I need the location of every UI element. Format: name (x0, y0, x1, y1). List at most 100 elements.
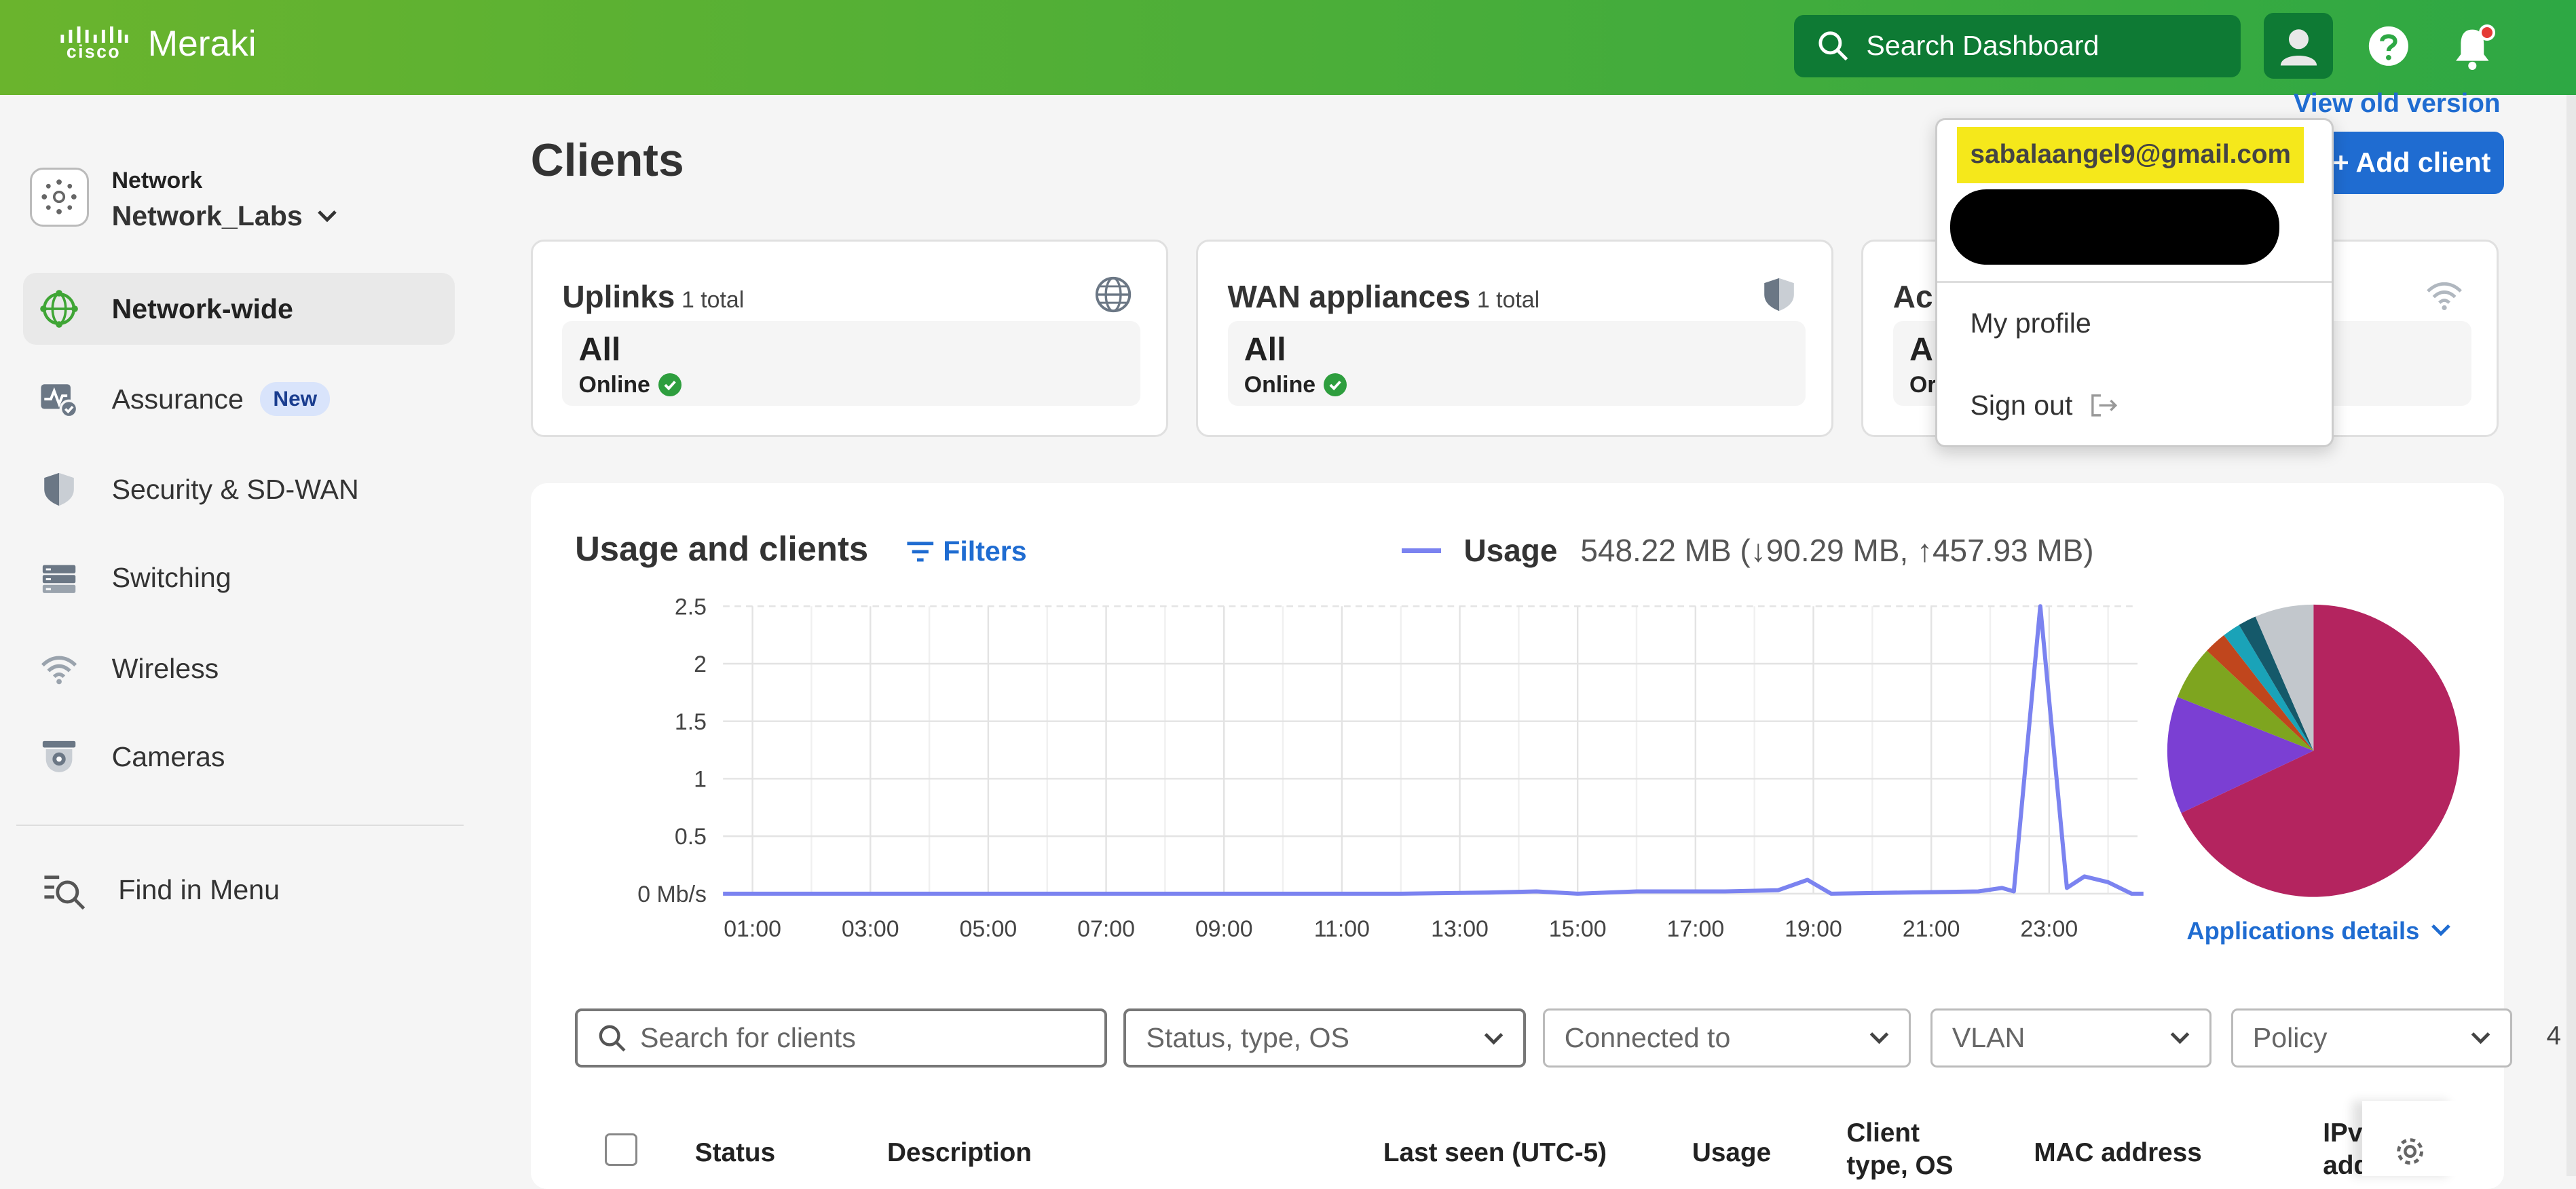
cisco-bars-icon (59, 26, 128, 43)
gear-icon[interactable] (2392, 1133, 2428, 1169)
x-tick-label: 11:00 (1313, 916, 1369, 942)
vlan-select[interactable]: VLAN (1930, 1008, 2211, 1068)
usage-series-line (723, 606, 2144, 894)
check-circle-icon (1324, 373, 1347, 396)
usage-panel: Usage and clients Filters Usage 548.22 M… (531, 483, 2504, 1189)
dashboard-search[interactable]: Search Dashboard (1794, 15, 2241, 77)
dashboard-search-placeholder: Search Dashboard (1866, 30, 2099, 62)
connected-to-select[interactable]: Connected to (1543, 1008, 1911, 1068)
switch-icon (39, 559, 79, 598)
sidebar-item-label: Switching (112, 562, 231, 594)
policy-select[interactable]: Policy (2231, 1008, 2512, 1068)
y-tick-label: 0 Mb/s (637, 882, 707, 907)
sidebar-item-label: Assurance (112, 383, 244, 415)
usage-legend[interactable]: Usage 548.22 MB (↓90.29 MB, ↑457.93 MB) (1402, 532, 2094, 569)
dropdown-divider (1937, 281, 2332, 282)
top-bar: cisco Meraki Search Dashboard (0, 0, 2576, 95)
x-tick-label: 15:00 (1549, 916, 1607, 942)
network-selector-icon[interactable] (30, 168, 89, 227)
search-icon (597, 1023, 627, 1053)
card-total: 1 total (682, 287, 744, 313)
x-tick-label: 05:00 (959, 916, 1017, 942)
card-value-box: All Online (562, 321, 1140, 407)
card-title-text: WAN appliances (1228, 279, 1471, 314)
wifi-icon (39, 649, 79, 688)
network-hub-icon (39, 177, 79, 216)
connected-to-label: Connected to (1565, 1022, 1731, 1054)
help-icon[interactable] (2366, 23, 2412, 69)
card-status: Or (1909, 372, 1937, 398)
globe-icon (1094, 275, 1133, 314)
legend-value: 548.22 MB (↓90.29 MB, ↑457.93 MB) (1580, 532, 2093, 569)
my-profile-item[interactable]: My profile (1971, 307, 2091, 339)
client-search-input[interactable]: Search for clients (575, 1008, 1107, 1068)
card-status: Online (1244, 372, 1347, 398)
applications-pie-chart[interactable] (2164, 601, 2466, 903)
card-title: WAN appliances1 total (1228, 278, 1540, 315)
assurance-icon (39, 379, 79, 419)
sidebar-divider (16, 825, 463, 826)
chevron-down-icon (2170, 1030, 2190, 1046)
chevron-down-icon (316, 208, 339, 225)
page-scrollbar[interactable] (2566, 95, 2576, 1176)
find-in-menu-label: Find in Menu (118, 874, 280, 906)
filters-button[interactable]: Filters (906, 535, 1027, 567)
chevron-down-icon (2429, 922, 2452, 939)
vlan-label: VLAN (1952, 1022, 2025, 1054)
new-badge: New (260, 382, 330, 417)
user-menu-button[interactable] (2264, 13, 2333, 79)
chevron-down-icon (1869, 1030, 1889, 1046)
column-header-usage[interactable]: Usage (1692, 1137, 1771, 1169)
cisco-meraki-logo[interactable]: cisco Meraki (59, 23, 256, 64)
filter-icon (906, 540, 935, 563)
usage-line-chart[interactable]: 0 Mb/s0.511.522.501:0003:0005:0007:0009:… (531, 582, 2157, 960)
wan-appliances-card[interactable]: WAN appliances1 total All Online (1196, 240, 1833, 436)
user-avatar-icon (2277, 24, 2320, 67)
user-dropdown-menu: sabalaangel9@gmail.com My profile Sign o… (1935, 118, 2334, 447)
x-tick-label: 13:00 (1431, 916, 1489, 942)
sign-out-icon (2089, 392, 2119, 419)
search-icon (1817, 30, 1850, 62)
client-search-placeholder: Search for clients (640, 1022, 856, 1054)
check-circle-icon (658, 373, 682, 396)
column-header-mac[interactable]: MAC address (2034, 1137, 2201, 1169)
redacted-block (1950, 189, 2279, 265)
add-client-button[interactable]: + Add client (2319, 132, 2503, 194)
card-total: 1 total (1477, 287, 1539, 313)
status-type-os-select[interactable]: Status, type, OS (1123, 1008, 1526, 1068)
network-selector[interactable]: Network_Labs (112, 200, 339, 232)
user-email: sabalaangel9@gmail.com (1957, 127, 2304, 183)
column-header-status[interactable]: Status (695, 1137, 775, 1169)
card-title-text: Uplinks (562, 279, 675, 314)
find-in-menu[interactable]: Find in Menu (43, 871, 280, 910)
select-all-checkbox[interactable] (605, 1133, 637, 1166)
sidebar-item-security-sdwan[interactable]: Security & SD-WAN (23, 453, 455, 525)
uplinks-card[interactable]: Uplinks 1 total All Online (531, 240, 1168, 436)
sidebar-item-label: Security & SD-WAN (112, 474, 359, 506)
chevron-down-icon (2471, 1030, 2490, 1046)
column-header-client-type[interactable]: Client type, OS (1846, 1117, 1978, 1183)
sidebar-item-switching[interactable]: Switching (23, 542, 455, 614)
column-header-last-seen[interactable]: Last seen (UTC-5) (1383, 1137, 1607, 1169)
x-tick-label: 21:00 (1903, 916, 1960, 942)
view-old-version-link[interactable]: View old version (2294, 89, 2501, 119)
y-tick-label: 1 (694, 766, 707, 792)
column-settings (2362, 1101, 2457, 1176)
y-tick-label: 2 (694, 652, 707, 677)
shield-icon (39, 470, 79, 509)
logo-product-text: Meraki (148, 23, 257, 64)
network-label: Network (112, 168, 203, 194)
sign-out-item[interactable]: Sign out (1971, 390, 2119, 421)
column-header-description[interactable]: Description (887, 1137, 1032, 1169)
sidebar-item-label: Cameras (112, 741, 225, 773)
y-tick-label: 2.5 (675, 594, 707, 620)
y-tick-label: 1.5 (675, 709, 707, 735)
sidebar-item-assurance[interactable]: Assurance New (23, 363, 455, 435)
sidebar-item-cameras[interactable]: Cameras (23, 721, 455, 793)
policy-label: Policy (2253, 1022, 2328, 1054)
applications-details-link[interactable]: Applications details (2186, 917, 2452, 945)
sidebar-item-wireless[interactable]: Wireless (23, 633, 455, 704)
card-title: Uplinks 1 total (562, 278, 744, 315)
card-status: Online (579, 372, 682, 398)
sidebar-item-network-wide[interactable]: Network-wide (23, 273, 455, 345)
